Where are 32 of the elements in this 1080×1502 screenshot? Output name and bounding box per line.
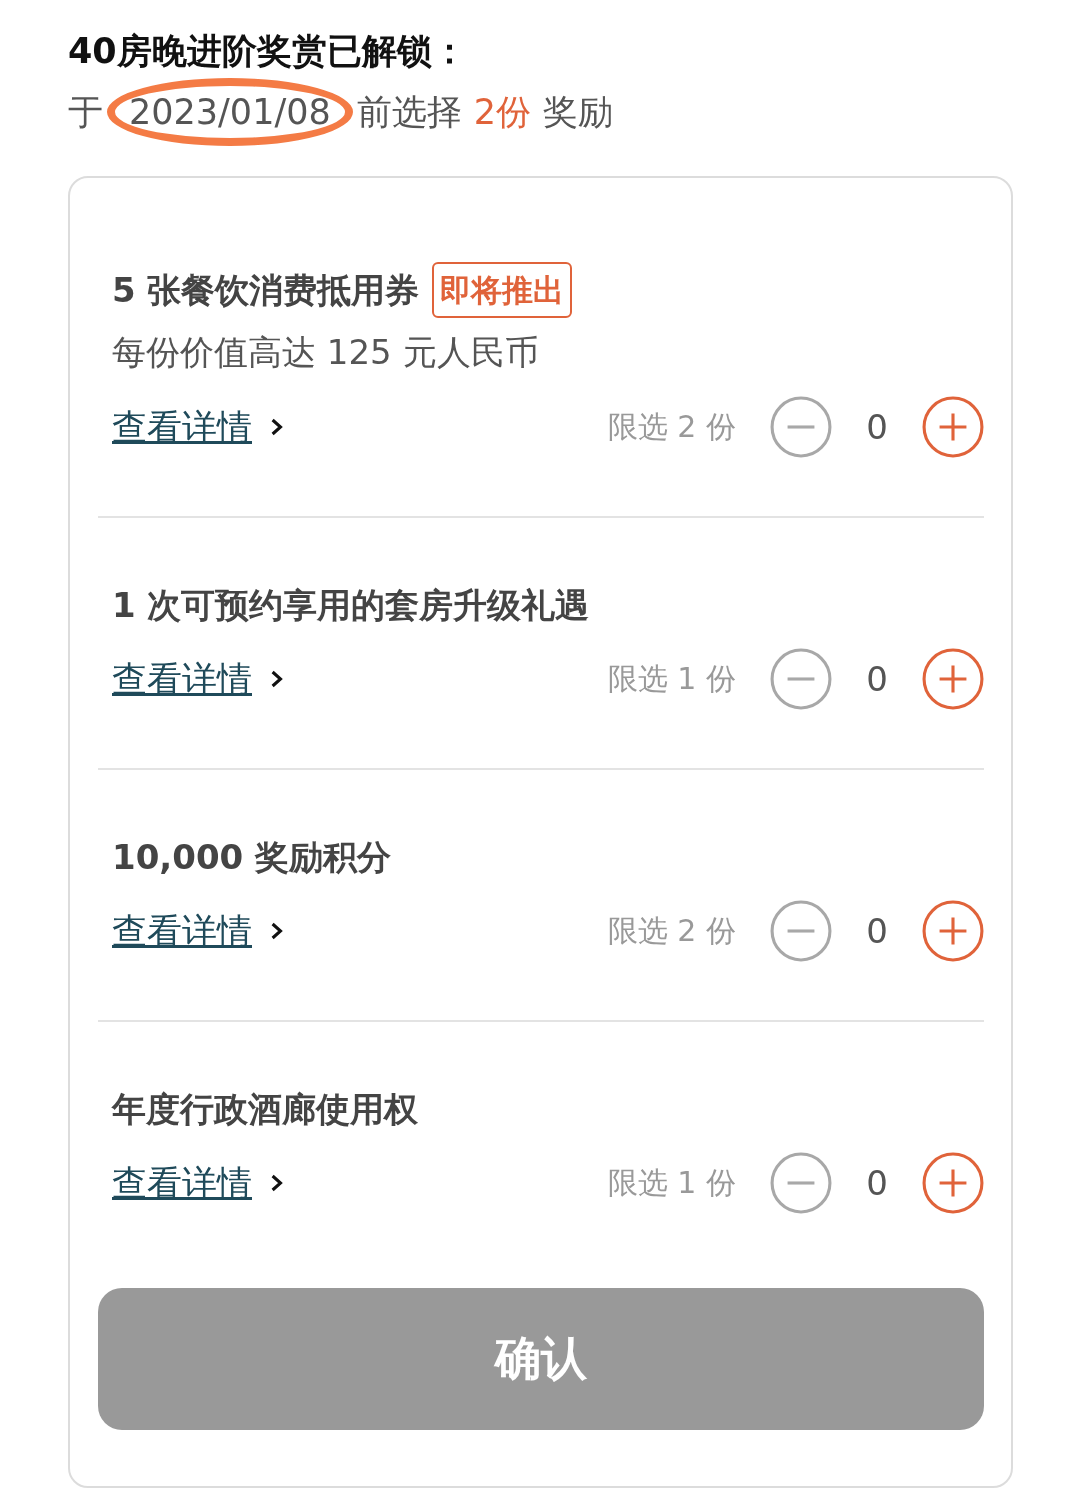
details-link[interactable]: 查看详情 xyxy=(112,1158,252,1208)
limit-text: 限选 2 份 xyxy=(607,911,736,950)
quantity-value: 0 xyxy=(865,407,889,447)
circled-date: 2023/01/08 xyxy=(107,78,353,146)
section-title: 40房晚进阶奖赏已解锁： xyxy=(68,30,468,73)
limit-text: 限选 2 份 xyxy=(607,407,736,446)
reward-description: 每份价值高达 125 元人民币 xyxy=(112,331,540,374)
plus-button[interactable] xyxy=(922,900,984,962)
reward-title: 年度行政酒廊使用权 xyxy=(112,1088,418,1131)
deadline-text: 前选择 xyxy=(356,91,462,134)
chevron-right-icon xyxy=(270,921,284,941)
deadline-prefix: 于 xyxy=(68,91,103,134)
quantity-value: 0 xyxy=(865,1163,889,1203)
reward-title: 5 张餐饮消费抵用券 xyxy=(112,269,420,312)
chevron-right-icon xyxy=(270,669,284,689)
coming-soon-badge: 即将推出 xyxy=(431,262,572,318)
plus-button[interactable] xyxy=(922,396,984,458)
limit-text: 限选 1 份 xyxy=(607,1163,736,1202)
chevron-right-icon xyxy=(270,1173,284,1193)
chevron-right-icon xyxy=(270,417,284,437)
details-link[interactable]: 查看详情 xyxy=(112,402,252,452)
plus-button[interactable] xyxy=(922,1152,984,1214)
details-link[interactable]: 查看详情 xyxy=(112,654,252,704)
reward-title: 1 次可预约享用的套房升级礼遇 xyxy=(112,584,590,627)
reward-quantity: 2份 xyxy=(473,91,531,134)
limit-text: 限选 1 份 xyxy=(607,659,736,698)
quantity-value: 0 xyxy=(865,911,889,951)
details-link[interactable]: 查看详情 xyxy=(112,906,252,956)
reward-word: 奖励 xyxy=(543,91,613,134)
plus-button[interactable] xyxy=(922,648,984,710)
reward-title: 10,000 奖励积分 xyxy=(112,836,392,879)
quantity-value: 0 xyxy=(865,659,889,699)
